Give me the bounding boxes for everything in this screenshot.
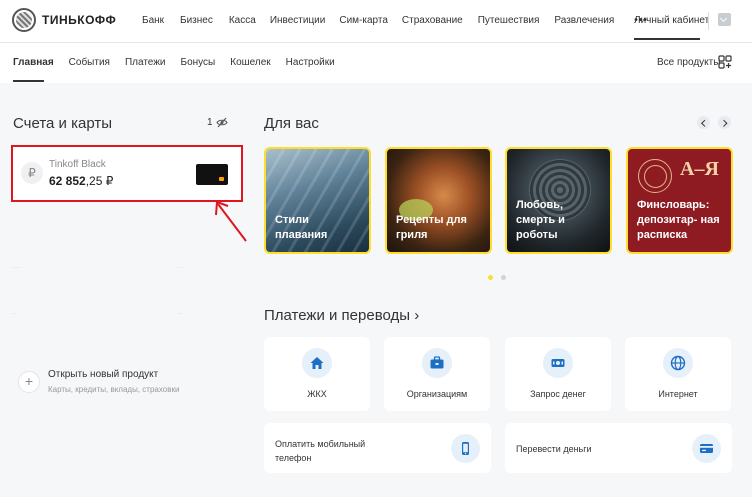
card-thumbnail (196, 164, 228, 185)
tile-label: Интернет (658, 389, 698, 399)
tab-main[interactable]: Главная (13, 57, 54, 68)
balance-fraction: ,25 ₽ (85, 174, 114, 188)
divider (12, 267, 22, 268)
payment-tile-mobile[interactable]: Оплатить мобильный телефон (264, 423, 491, 473)
tile-label: Запрос денег (530, 389, 586, 399)
top-nav-business[interactable]: Бизнес (180, 15, 213, 26)
payment-tile-zhkh[interactable]: ЖКХ (264, 337, 370, 411)
open-new-product-link[interactable]: Открыть новый продукт (48, 369, 158, 380)
coat-of-arms-icon (12, 8, 36, 32)
emblem-icon (638, 159, 672, 193)
for-you-title: Для вас (264, 115, 319, 132)
new-product-subtitle: Карты, кредиты, вклады, страховки (48, 385, 180, 394)
accounts-title: Счета и карты (13, 115, 112, 132)
hidden-eye-icon[interactable] (216, 117, 228, 128)
payment-tile-money-request[interactable]: Запрос денег (505, 337, 611, 411)
carousel-prev-button[interactable] (697, 116, 710, 129)
story-label: Финсловарь: депозитар- ная расписка (637, 199, 720, 241)
story-label: Любовь, смерть и роботы (516, 199, 565, 241)
story-label: Стили плавания (275, 214, 328, 241)
story-card-grill[interactable]: Рецепты для гриля (385, 147, 492, 254)
divider (175, 267, 183, 268)
tab-wallet[interactable]: Кошелек (230, 57, 270, 68)
tab-active-indicator (13, 80, 44, 82)
divider (12, 313, 16, 314)
payments-title-link[interactable]: Платежи и переводы › (264, 307, 419, 324)
divider (177, 313, 183, 314)
globe-icon (663, 348, 693, 378)
story-label: Рецепты для гриля (396, 214, 467, 241)
brand-logo[interactable]: ТИНЬКОФФ (12, 8, 116, 32)
carousel-dot-active[interactable] (488, 275, 493, 280)
money-request-icon (543, 348, 573, 378)
house-icon (302, 348, 332, 378)
tile-label: Оплатить мобильный телефон (275, 439, 366, 463)
balance-integer: 62 852 (49, 174, 86, 188)
story-card-robots[interactable]: Любовь, смерть и роботы (505, 147, 612, 254)
ruble-icon: ₽ (21, 162, 43, 184)
brand-name: ТИНЬКОФФ (42, 13, 117, 27)
account-card-tinkoff-black[interactable]: ₽ Tinkoff Black 62 852,25 ₽ (11, 145, 243, 202)
products-grid-icon[interactable] (718, 55, 732, 69)
story-badge: А–Я (680, 158, 719, 180)
card-icon (692, 434, 721, 463)
tab-events[interactable]: События (69, 57, 110, 68)
top-nav-travel[interactable]: Путешествия (478, 15, 540, 26)
tile-label: Перевести деньги (516, 444, 592, 454)
carousel-next-button[interactable] (718, 116, 731, 129)
divider (708, 12, 709, 30)
top-bar: ТИНЬКОФФ Банк Бизнес Касса Инвестиции Си… (0, 0, 752, 42)
top-nav-sim[interactable]: Сим-карта (339, 15, 388, 26)
all-products-link[interactable]: Все продукты (657, 57, 720, 68)
account-balance: 62 852,25 ₽ (49, 174, 113, 188)
tile-label: ЖКХ (307, 389, 327, 399)
tab-bonuses[interactable]: Бонусы (181, 57, 216, 68)
chevron-down-icon[interactable] (718, 13, 731, 26)
account-name: Tinkoff Black (49, 159, 106, 170)
carousel-dot[interactable] (501, 275, 506, 280)
payment-tile-transfer[interactable]: Перевести деньги (505, 423, 732, 473)
top-nav: Банк Бизнес Касса Инвестиции Сим-карта С… (142, 15, 648, 26)
personal-cabinet-link[interactable]: Личный кабинет (634, 15, 709, 26)
top-nav-investments[interactable]: Инвестиции (270, 15, 326, 26)
top-nav-insurance[interactable]: Страхование (402, 15, 463, 26)
tile-label: Организациям (406, 389, 468, 399)
accounts-count: 1 (207, 117, 213, 128)
story-card-finslovar[interactable]: А–Я Финсловарь: депозитар- ная расписка (626, 147, 733, 254)
top-nav-entertainment[interactable]: Развлечения (554, 15, 614, 26)
sub-nav: Главная События Платежи Бонусы Кошелек Н… (0, 43, 752, 83)
payment-tile-internet[interactable]: Интернет (625, 337, 731, 411)
plus-icon[interactable]: + (18, 371, 40, 393)
tab-settings[interactable]: Настройки (286, 57, 335, 68)
sub-nav-tabs: Главная События Платежи Бонусы Кошелек Н… (13, 57, 350, 68)
payment-tile-organizations[interactable]: Организациям (384, 337, 490, 411)
annotation-arrow-icon (215, 200, 247, 242)
top-nav-kassa[interactable]: Касса (229, 15, 256, 26)
story-card-swimming[interactable]: Стили плавания (264, 147, 371, 254)
top-nav-bank[interactable]: Банк (142, 15, 164, 26)
briefcase-icon (422, 348, 452, 378)
tab-payments[interactable]: Платежи (125, 57, 166, 68)
cabinet-active-indicator (634, 38, 700, 40)
phone-icon (451, 434, 480, 463)
